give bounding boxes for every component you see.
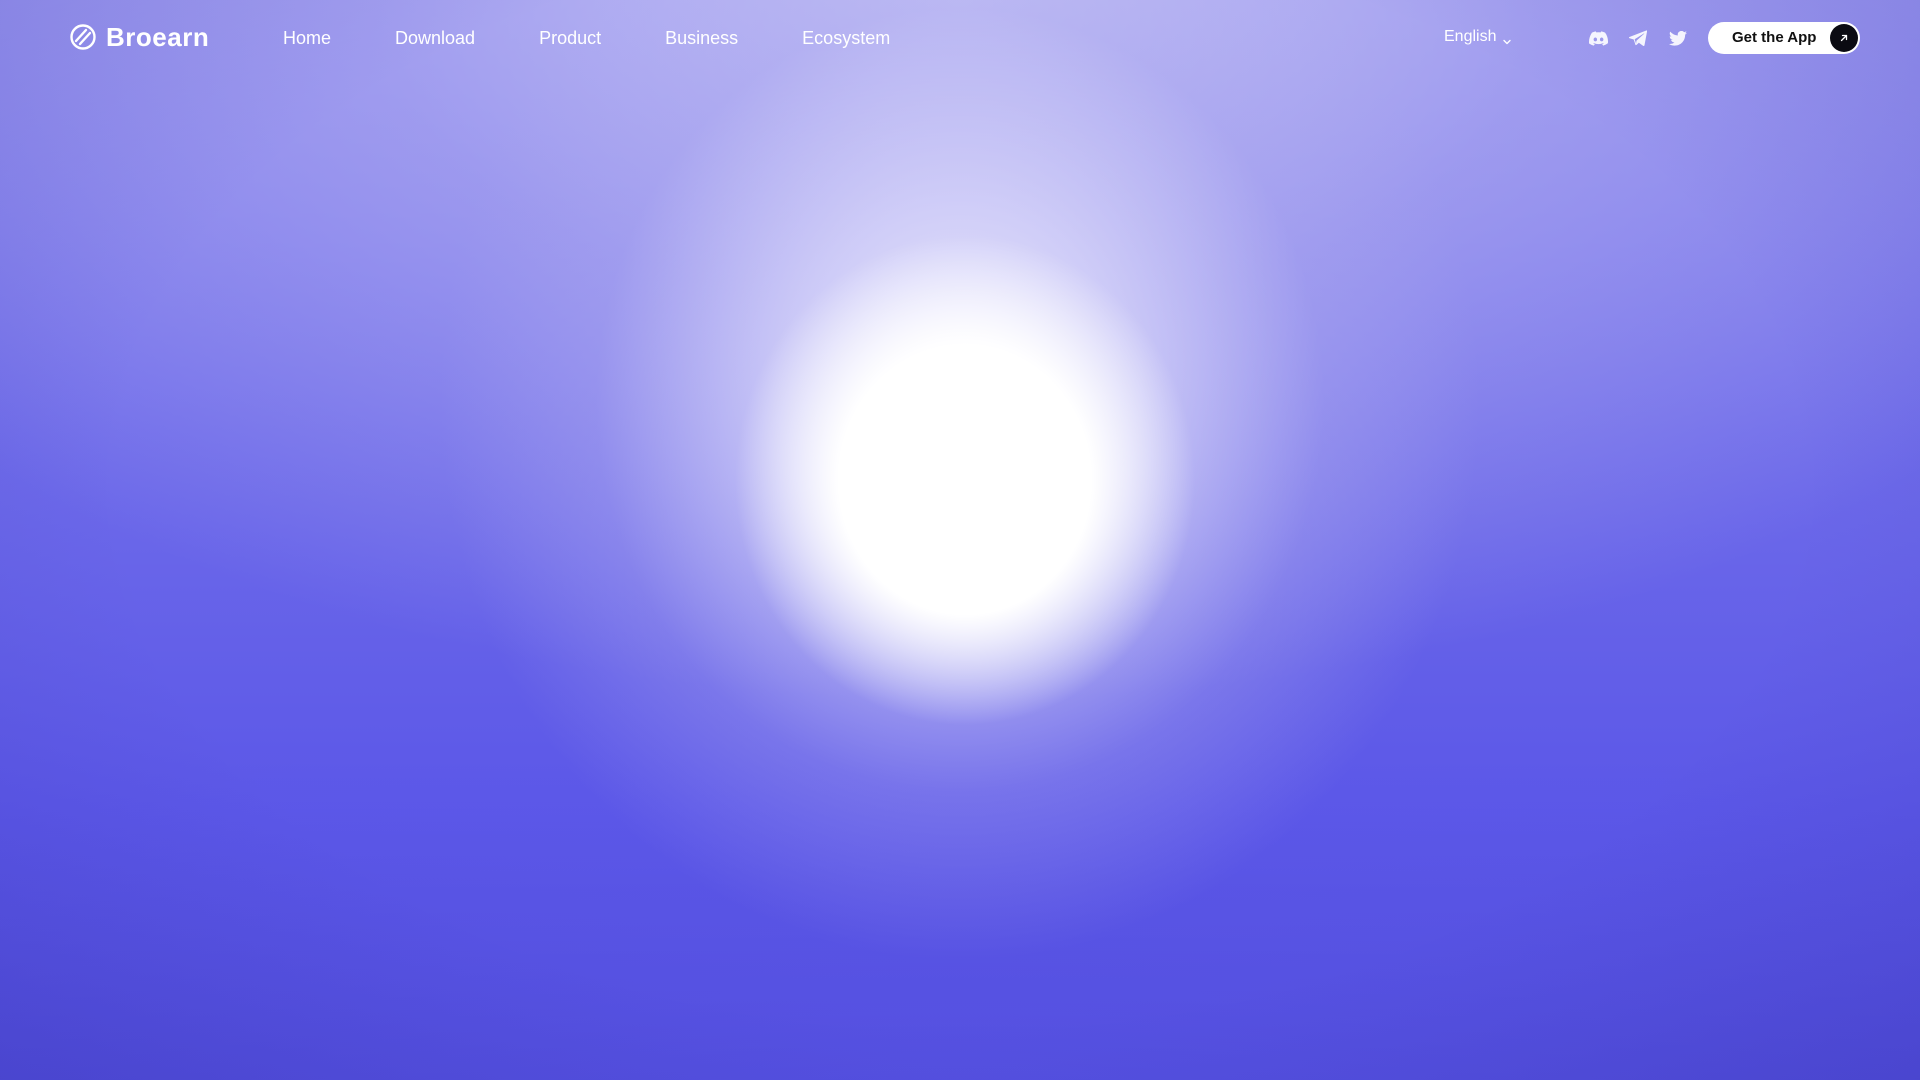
social-links (1588, 28, 1688, 48)
brand-logo-link[interactable]: Broearn (70, 24, 209, 50)
hero-vignette (0, 0, 1920, 1080)
main-nav: Home Download Product Business Ecosystem (283, 26, 890, 50)
language-selected-label: English (1444, 28, 1497, 45)
nav-item-business[interactable]: Business (665, 26, 738, 50)
nav-item-ecosystem[interactable]: Ecosystem (802, 26, 890, 50)
nav-item-home[interactable]: Home (283, 26, 331, 50)
brand-name: Broearn (106, 22, 210, 52)
language-selector[interactable]: English (1444, 26, 1512, 48)
arrow-up-right-icon (1830, 24, 1858, 52)
nav-item-download[interactable]: Download (395, 26, 475, 50)
twitter-icon[interactable] (1668, 28, 1688, 48)
telegram-icon[interactable] (1628, 28, 1648, 48)
broearn-logo-icon (70, 24, 96, 50)
top-navigation: Broearn Home Download Product Business E… (0, 0, 1920, 76)
discord-icon[interactable] (1588, 28, 1608, 48)
get-the-app-label: Get the App (1732, 29, 1817, 46)
get-the-app-button[interactable]: Get the App (1708, 22, 1860, 54)
nav-item-product[interactable]: Product (539, 26, 601, 50)
chevron-down-icon (1502, 32, 1512, 45)
